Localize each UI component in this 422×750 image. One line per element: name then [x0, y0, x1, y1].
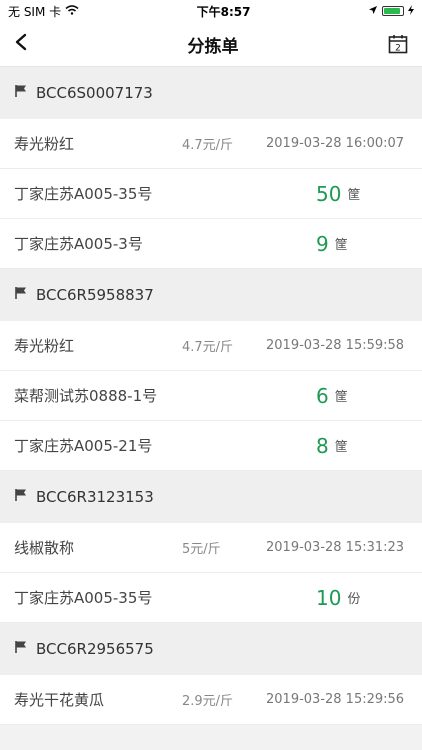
order-code: BCC6R2956575 — [36, 640, 154, 658]
battery-icon — [382, 6, 404, 16]
order-code: BCC6S0007173 — [36, 84, 153, 102]
flag-icon — [14, 286, 28, 304]
flag-icon — [14, 640, 28, 658]
status-time: 下午8:57 — [196, 4, 251, 19]
status-right — [368, 4, 414, 18]
product-price: 4.7元/斤 — [182, 138, 234, 153]
product-time: 2019-03-28 15:59:58 — [266, 338, 405, 353]
flag-icon — [14, 84, 28, 102]
product-row[interactable]: 寿光干花黄瓜 2.9元/斤 2019-03-28 15:29:56 — [0, 675, 422, 725]
charging-bolt-icon — [408, 4, 414, 18]
quantity: 10 — [316, 585, 342, 610]
wifi-icon — [65, 4, 79, 18]
quantity-unit: 筐 — [347, 188, 361, 203]
back-button[interactable] — [14, 32, 38, 57]
product-name: 寿光干花黄瓜 — [14, 691, 105, 709]
stall-name: 丁家庄苏A005-35号 — [14, 589, 153, 607]
product-row[interactable]: 寿光粉红 4.7元/斤 2019-03-28 16:00:07 — [0, 119, 422, 169]
stall-row[interactable]: 菜帮测试苏0888-1号 6 筐 — [0, 371, 422, 421]
product-time: 2019-03-28 15:29:56 — [266, 692, 405, 707]
stall-name: 丁家庄苏A005-3号 — [14, 235, 143, 253]
quantity: 50 — [316, 181, 342, 206]
product-name: 寿光粉红 — [14, 135, 75, 153]
product-row[interactable]: 线椒散称 5元/斤 2019-03-28 15:31:23 — [0, 523, 422, 573]
location-arrow-icon — [368, 4, 378, 18]
carrier-label: 无 SIM 卡 — [8, 4, 62, 19]
status-left: 无 SIM 卡 — [8, 3, 79, 20]
navigation-bar: 分拣单 2 — [0, 22, 422, 67]
product-time: 2019-03-28 16:00:07 — [266, 136, 405, 151]
product-name: 寿光粉红 — [14, 337, 75, 355]
stall-name: 菜帮测试苏0888-1号 — [14, 387, 158, 405]
product-name: 线椒散称 — [14, 539, 75, 557]
flag-icon — [14, 488, 28, 506]
order-code: BCC6R3123153 — [36, 488, 154, 506]
chevron-left-icon — [15, 33, 27, 50]
quantity: 9 — [316, 231, 329, 256]
quantity: 6 — [316, 383, 329, 408]
stall-row[interactable]: 丁家庄苏A005-3号 9 筐 — [0, 219, 422, 269]
order-code: BCC6R5958837 — [36, 286, 154, 304]
product-time: 2019-03-28 15:31:23 — [266, 540, 405, 555]
calendar-button[interactable]: 2 — [388, 34, 408, 54]
quantity-unit: 筐 — [334, 238, 348, 253]
quantity: 8 — [316, 433, 329, 458]
quantity-unit: 筐 — [334, 390, 348, 405]
order-group-header[interactable]: BCC6R3123153 — [0, 471, 422, 523]
stall-name: 丁家庄苏A005-21号 — [14, 437, 153, 455]
product-price: 5元/斤 — [182, 542, 221, 557]
sort-order-list: BCC6S0007173 寿光粉红 4.7元/斤 2019-03-28 16:00:0… — [0, 67, 422, 725]
page-title: 分拣单 — [187, 36, 239, 57]
product-price: 2.9元/斤 — [182, 694, 234, 709]
quantity-unit: 份 — [347, 592, 361, 607]
quantity-unit: 筐 — [334, 440, 348, 455]
stall-row[interactable]: 丁家庄苏A005-21号 8 筐 — [0, 421, 422, 471]
stall-row[interactable]: 丁家庄苏A005-35号 10 份 — [0, 573, 422, 623]
product-price: 4.7元/斤 — [182, 340, 234, 355]
stall-row[interactable]: 丁家庄苏A005-35号 50 筐 — [0, 169, 422, 219]
order-group-header[interactable]: BCC6R5958837 — [0, 269, 422, 321]
product-row[interactable]: 寿光粉红 4.7元/斤 2019-03-28 15:59:58 — [0, 321, 422, 371]
order-group-header[interactable]: BCC6S0007173 — [0, 67, 422, 119]
stall-name: 丁家庄苏A005-35号 — [14, 185, 153, 203]
status-bar: 无 SIM 卡 下午8:57 — [0, 0, 422, 22]
order-group-header[interactable]: BCC6R2956575 — [0, 623, 422, 675]
calendar-icon: 2 — [388, 35, 408, 54]
calendar-day: 2 — [395, 44, 401, 54]
